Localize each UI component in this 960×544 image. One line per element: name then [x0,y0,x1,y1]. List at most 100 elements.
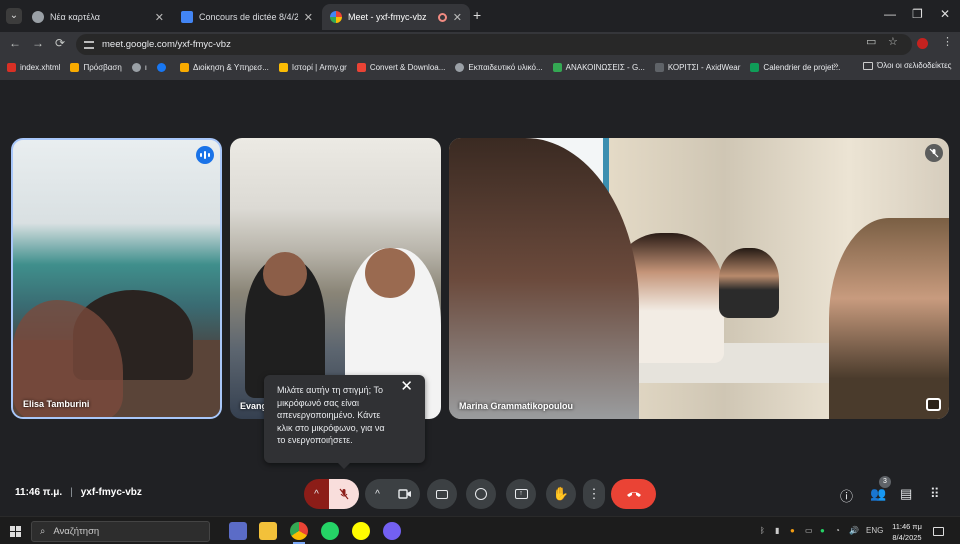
bookmark-item[interactable] [157,62,170,72]
minimize-icon[interactable]: — [884,7,896,21]
bookmark-item[interactable]: ΚΟΡΙΤΣΙ - AxidWear [654,62,740,72]
present-button[interactable]: ↑ [506,479,536,509]
participant-tile[interactable]: Marina Grammatikopoulou [449,138,949,419]
tab-search-button[interactable]: ⌄ [6,8,22,24]
captions-button[interactable] [427,479,457,509]
windows-start-icon[interactable] [10,526,21,537]
bookmark-favicon-icon [278,62,288,72]
tray-app-icon[interactable]: ▮ [775,526,779,535]
tab-new-tab[interactable]: Νέα καρτέλα ✕ [24,4,172,30]
chrome-icon[interactable] [290,522,308,544]
tab-title: Νέα καρτέλα [50,12,100,22]
bookmark-favicon-icon [356,62,366,72]
whatsapp-icon[interactable] [321,522,339,540]
snapchat-icon[interactable] [352,522,370,540]
activities-icon[interactable]: ⠿ [930,486,940,502]
language-indicator[interactable]: ENG [866,526,883,535]
raise-hand-button[interactable]: ✋ [546,479,576,509]
bookmark-item[interactable]: Ιστορί | Army.gr [278,62,347,72]
all-bookmarks-button[interactable]: Όλοι οι σελιδοδείκτες [863,61,952,70]
close-icon[interactable]: ✕ [304,11,313,24]
tray-app-icon[interactable]: ▭ [805,526,813,535]
tooltip-text: Μιλάτε αυτήν τη στιγμή; Το μικρόφωνό σας… [277,385,385,445]
search-placeholder: Αναζήτηση [53,526,100,537]
back-icon[interactable]: ← [9,36,21,50]
meeting-code: yxf-fmyc-vbz [80,487,142,498]
docs-icon [181,11,193,23]
address-bar[interactable]: meet.google.com/yxf-fmyc-vbz [76,34,912,55]
bookmark-favicon-icon [7,62,16,72]
reload-icon[interactable]: ⟳ [55,36,65,50]
close-icon[interactable]: ✕ [453,11,462,24]
file-explorer-icon[interactable] [259,522,277,540]
browser-chrome: ⌄ Νέα καρτέλα ✕ Concours de dictée 8/4/2… [0,0,960,80]
microphone-button[interactable] [329,479,359,509]
bookmark-item[interactable]: Calendrier de projet... [750,62,840,72]
tab-concours[interactable]: Concours de dictée 8/4/25 (Itali ✕ [173,4,321,30]
phone-hangup-icon [626,492,641,497]
participant-name: Evang [240,401,268,411]
more-vert-icon: ⋮ [587,486,601,501]
chat-icon[interactable]: ▤ [900,486,912,502]
new-tab-button[interactable]: + [473,7,481,23]
toolbar: ← → ⟳ meet.google.com/yxf-fmyc-vbz ▭ ☆ ⋮ [0,32,960,56]
pip-icon[interactable] [926,398,941,411]
volume-icon[interactable]: 🔊 [849,526,859,535]
captions-icon [436,489,448,499]
system-clock[interactable]: 11:46 πμ 8/4/2025 [888,521,926,543]
drive-icon [552,62,562,72]
whatsapp-tray-icon[interactable]: ● [820,526,825,535]
participant-tile[interactable]: Elisa Tamburini [11,138,222,419]
facebook-icon [157,62,167,72]
tab-meet[interactable]: Meet - yxf-fmyc-vbz ✕ [322,4,470,30]
video-camera-icon [398,489,411,499]
leave-call-button[interactable] [611,479,656,509]
search-icon: ⌕ [40,526,46,537]
tab-title: Concours de dictée 8/4/25 (Itali [199,12,298,22]
folder-icon [863,61,873,70]
bookmark-item[interactable]: index.xhtml [7,62,60,72]
bookmark-item[interactable]: Διοίκηση & Υπηρεσ... [180,62,269,72]
notifications-icon[interactable] [933,527,944,536]
bluetooth-icon[interactable]: ᛒ [760,526,765,535]
more-options-button[interactable]: ⋮ [583,479,605,509]
menu-icon[interactable]: ⋮ [942,35,953,48]
bookmark-item[interactable]: Convert & Downloa... [356,62,445,72]
meeting-time: 11:46 π.μ. [15,487,63,498]
video-figure [719,248,779,318]
bookmark-item[interactable]: ΑΝΑΚΟΙΝΩΣΕΙΣ - G... [552,62,645,72]
audio-options-button[interactable]: ^ [304,479,329,509]
app-icon[interactable] [229,522,247,540]
hand-icon: ✋ [552,486,570,501]
video-figure [449,138,639,419]
bookmark-item[interactable]: Εκπαιδευτικό υλικό... [455,62,543,72]
bookmark-item[interactable]: Πρόσβαση [70,62,122,72]
chrome-icon [32,11,44,23]
viber-icon[interactable] [383,522,401,540]
participant-name: Marina Grammatikopoulou [459,401,574,411]
site-info-icon[interactable] [84,40,94,49]
meeting-info-icon[interactable]: ⓘ [840,486,853,505]
close-icon[interactable]: ✕ [155,11,164,24]
reactions-button[interactable] [466,479,496,509]
window-close-icon[interactable]: ✕ [940,7,950,21]
close-icon[interactable]: ✕ [400,379,413,393]
bookmark-favicon-icon [70,62,80,72]
forward-icon[interactable]: → [32,36,44,50]
people-icon[interactable]: 👥 [870,486,886,502]
separator: | [70,487,73,498]
video-options-button[interactable]: ^ [365,479,390,509]
bookmark-star-icon[interactable]: ☆ [888,35,898,48]
wifi-icon[interactable]: ◔ [835,526,840,535]
extension-icon[interactable] [917,38,928,49]
bookmark-item[interactable]: ı [131,62,147,72]
taskbar-search[interactable]: ⌕ Αναζήτηση [31,521,210,542]
participant-name: Elisa Tamburini [23,399,90,409]
camera-button[interactable] [390,479,420,509]
bookmarks-overflow-icon[interactable]: » [833,60,839,71]
bookmark-favicon-icon [131,62,141,72]
maximize-icon[interactable]: ❐ [912,7,923,21]
camera-permission-icon[interactable]: ▭ [866,35,876,48]
sheets-icon [750,62,760,72]
tray-app-icon[interactable]: ● [790,526,795,535]
